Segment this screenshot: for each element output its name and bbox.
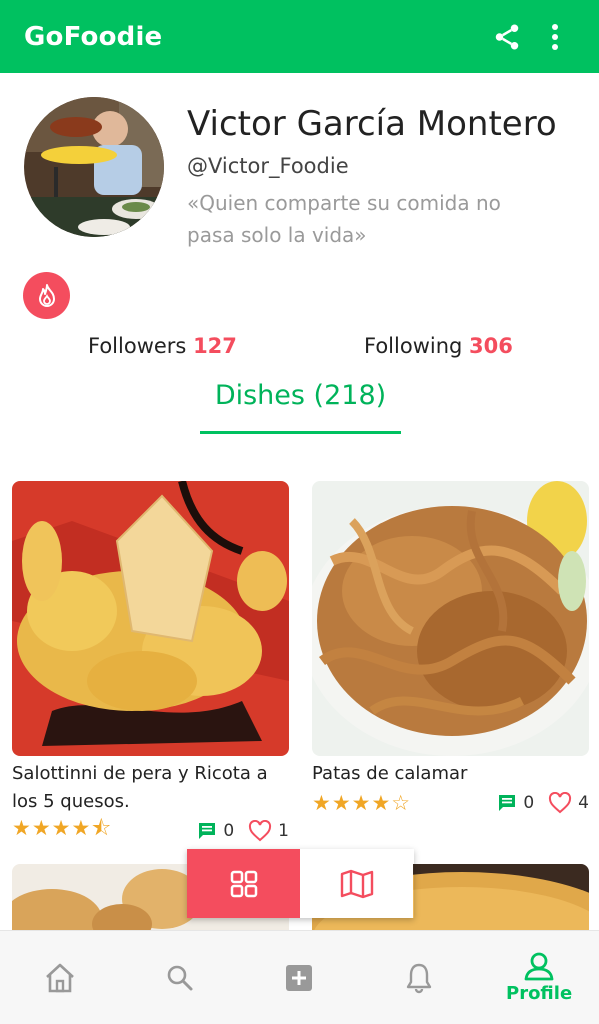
nav-search[interactable] (120, 931, 240, 1024)
app-title: GoFoodie (24, 21, 163, 52)
followers-count: 127 (193, 334, 237, 358)
dish-photo[interactable] (312, 481, 589, 756)
fire-badge[interactable] (23, 272, 70, 319)
profile-name: Victor García Montero (187, 104, 557, 144)
following-label: Following (364, 334, 463, 358)
profile-icon (524, 952, 554, 981)
grid-view-button[interactable] (187, 849, 300, 918)
star-rating: ★★★★⯪ (12, 815, 113, 840)
map-icon (340, 869, 373, 898)
comment-icon[interactable] (497, 793, 517, 813)
dish-meta: ★★★★☆ 0 4 (312, 790, 589, 816)
dish-card[interactable]: Salottinni de pera y Ricota a los 5 ques… (12, 481, 289, 844)
like-count: 1 (278, 821, 289, 841)
star-rating: ★★★★☆ (312, 791, 412, 815)
more-vert-icon (552, 23, 558, 50)
nav-add[interactable] (240, 931, 360, 1024)
tab-dishes[interactable]: Dishes (218) (200, 380, 401, 434)
nav-profile[interactable]: Profile (479, 931, 599, 1024)
dish-meta: ★★★★⯪ 0 1 (12, 816, 289, 844)
home-icon (46, 963, 74, 992)
dish-title: Patas de calamar (312, 763, 468, 784)
nav-home[interactable] (0, 931, 120, 1024)
map-view-button[interactable] (300, 849, 413, 918)
grid-icon (230, 870, 257, 897)
following-count: 306 (469, 334, 513, 358)
comment-count: 0 (223, 821, 235, 841)
share-button[interactable] (487, 17, 527, 57)
following-stat[interactable]: Following 306 (364, 334, 513, 358)
dish-card[interactable]: Patas de calamar ★★★★☆ 0 4 (312, 481, 589, 816)
heart-icon[interactable] (248, 820, 272, 842)
avatar[interactable] (24, 97, 164, 237)
add-icon (286, 964, 313, 991)
dish-title: Salottinni de pera y Ricota a los 5 ques… (12, 763, 268, 812)
comment-icon[interactable] (197, 821, 217, 841)
nav-profile-label: Profile (506, 983, 573, 1004)
dish-photo[interactable] (12, 481, 289, 756)
bottom-navigation: Profile (0, 930, 599, 1024)
heart-icon[interactable] (548, 792, 572, 814)
followers-stat[interactable]: Followers 127 (88, 334, 237, 358)
view-toggle (187, 849, 414, 918)
overflow-menu-button[interactable] (535, 17, 575, 57)
like-count: 4 (578, 793, 589, 813)
profile-handle: @Victor_Foodie (187, 154, 349, 178)
followers-label: Followers (88, 334, 187, 358)
comment-count: 0 (523, 793, 535, 813)
bell-icon (407, 963, 432, 993)
fire-icon (38, 283, 55, 307)
share-icon (495, 24, 519, 49)
profile-quote: «Quien comparte su comida no pasa solo l… (187, 191, 501, 247)
app-bar: GoFoodie (0, 0, 599, 73)
nav-notifications[interactable] (359, 931, 479, 1024)
search-icon (167, 965, 193, 990)
